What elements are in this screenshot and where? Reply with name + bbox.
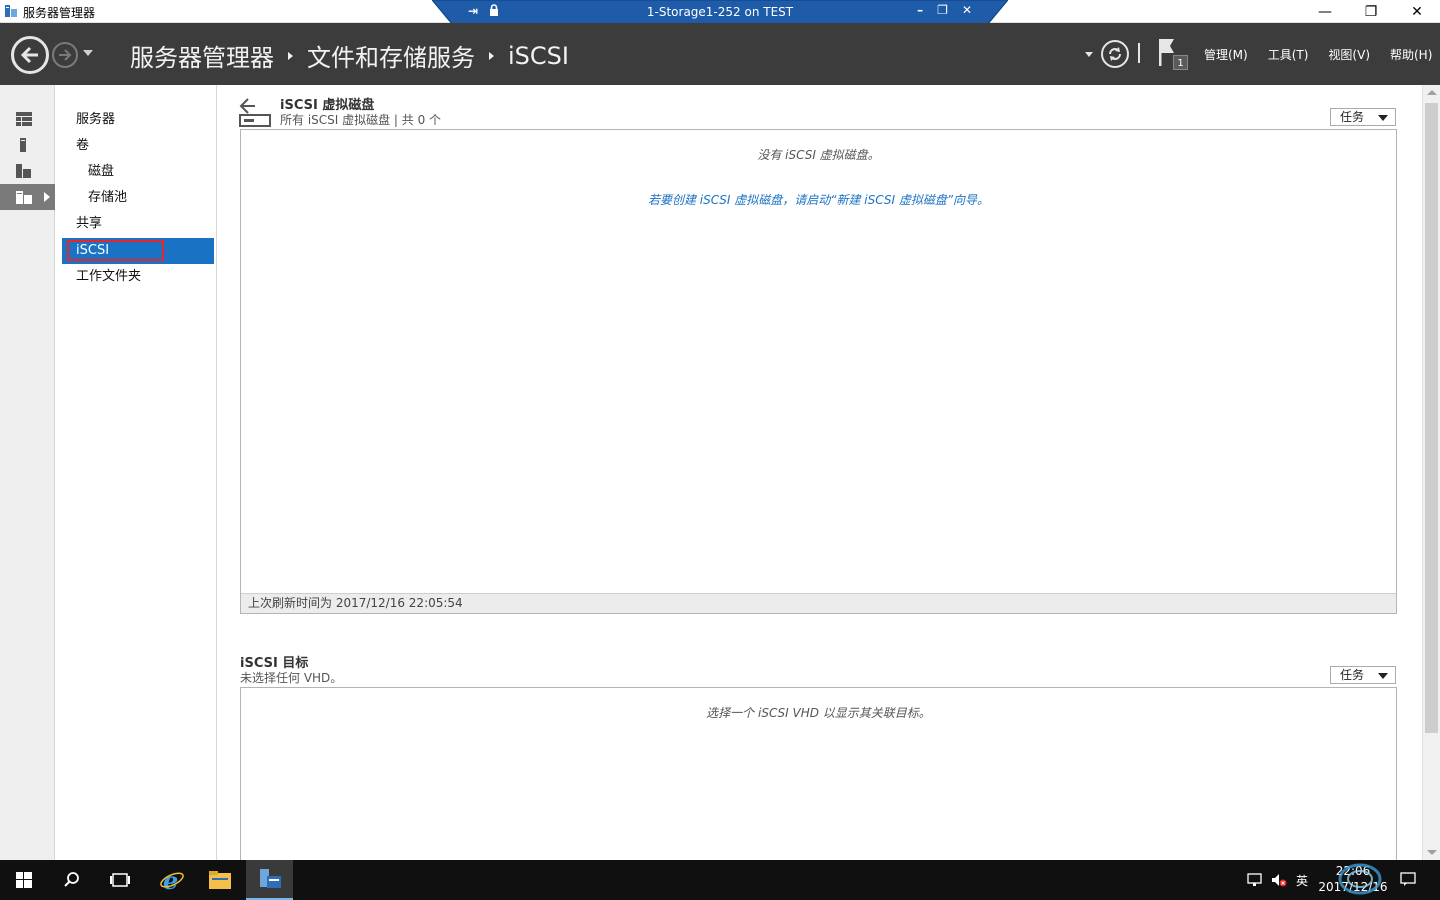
vdisk-tasks-label: 任务: [1340, 110, 1365, 124]
search-button[interactable]: [48, 860, 96, 900]
breadcrumb: 服务器管理器 文件和存储服务 iSCSI: [130, 38, 569, 73]
close-button[interactable]: ✕: [1394, 0, 1440, 23]
start-button[interactable]: [0, 860, 48, 900]
notification-count-badge: 1: [1173, 55, 1188, 70]
nav-work-folders[interactable]: 工作文件夹: [62, 264, 214, 290]
highlight-box: [67, 240, 164, 261]
target-tasks-button[interactable]: 任务: [1330, 666, 1396, 684]
target-tasks-label: 任务: [1340, 668, 1365, 682]
all-servers-nav-button[interactable]: [0, 158, 55, 184]
arrow-right-icon: [59, 49, 72, 61]
scroll-up-icon[interactable]: [1427, 90, 1437, 95]
header-bar: 服务器管理器 文件和存储服务 iSCSI 1 管理(M) 工具(T) 视图(V)…: [0, 23, 1440, 85]
input-method-indicator[interactable]: 英: [1296, 872, 1308, 889]
refresh-icon: [1109, 47, 1121, 61]
menu-tools[interactable]: 工具(T): [1268, 46, 1309, 63]
menu-help[interactable]: 帮助(H): [1390, 46, 1432, 63]
internet-explorer-button[interactable]: e: [148, 860, 196, 900]
windows-logo-icon: [16, 872, 32, 888]
nav-iscsi[interactable]: iSCSI: [62, 238, 214, 264]
server-icon: [20, 138, 26, 152]
taskbar: e 英 22:06 2017/12/16: [0, 860, 1440, 900]
notifications-button[interactable]: 1: [1158, 37, 1190, 71]
svg-text:e: e: [163, 867, 178, 893]
server-manager-app-icon: [5, 5, 17, 17]
search-icon: [64, 872, 79, 887]
menu-manage[interactable]: 管理(M): [1204, 46, 1248, 63]
new-vdisk-wizard-link[interactable]: 若要创建 iSCSI 虚拟磁盘，请启动“新建 iSCSI 虚拟磁盘”向导。: [241, 191, 1396, 208]
vdisk-empty-message: 没有 iSCSI 虚拟磁盘。: [757, 148, 880, 162]
minimize-button[interactable]: —: [1302, 0, 1348, 23]
vdisk-section-subtitle: 所有 iSCSI 虚拟磁盘 | 共 0 个: [280, 113, 442, 127]
rdp-connection-bar: ⇥ 1-Storage1-252 on TEST – ❐ ✕: [432, 0, 1008, 25]
breadcrumb-file-storage[interactable]: 文件和存储服务: [307, 38, 475, 73]
target-section-subtitle: 未选择任何 VHD。: [240, 671, 343, 685]
server-manager-taskbar-button[interactable]: [246, 860, 293, 900]
forward-button[interactable]: [52, 42, 78, 68]
chevron-down-icon: [1378, 115, 1388, 121]
scrollbar-thumb[interactable]: [1425, 103, 1438, 733]
vdisk-list-panel: 没有 iSCSI 虚拟磁盘。 若要创建 iSCSI 虚拟磁盘，请启动“新建 iS…: [240, 129, 1397, 614]
nav-shares[interactable]: 共享: [62, 211, 214, 237]
vdisk-tasks-button[interactable]: 任务: [1330, 108, 1396, 126]
left-icon-bar: [0, 85, 55, 860]
watermark-logo: [1338, 863, 1382, 895]
file-storage-navigation: 服务器 卷 磁盘 存储池 共享 iSCSI 工作文件夹: [56, 85, 217, 860]
file-storage-icon: [16, 191, 32, 204]
nav-servers[interactable]: 服务器: [62, 107, 214, 133]
rdp-restore-button[interactable]: ❐: [937, 3, 948, 17]
header-divider: [1138, 43, 1140, 63]
main-scrollbar[interactable]: [1422, 85, 1440, 860]
task-view-icon: [110, 873, 130, 887]
arrow-left-icon: [20, 46, 38, 64]
local-server-nav-button[interactable]: [0, 132, 55, 158]
menu-view[interactable]: 视图(V): [1328, 46, 1370, 63]
servers-icon: [16, 164, 31, 178]
expand-arrow-icon: [44, 192, 50, 202]
nav-storage-pools[interactable]: 存储池: [62, 185, 214, 211]
history-dropdown-icon[interactable]: [83, 50, 93, 56]
vdisk-refresh-status: 上次刷新时间为 2017/12/16 22:05:54: [241, 593, 1396, 613]
main-content: iSCSI 虚拟磁盘 所有 iSCSI 虚拟磁盘 | 共 0 个 任务 没有 i…: [217, 85, 1422, 867]
window-title: 服务器管理器: [23, 6, 96, 20]
volume-muted-icon[interactable]: [1271, 873, 1287, 887]
breadcrumb-iscsi[interactable]: iSCSI: [508, 42, 569, 70]
breadcrumb-server-manager[interactable]: 服务器管理器: [130, 38, 274, 73]
network-icon[interactable]: [1247, 873, 1263, 887]
file-storage-nav-button[interactable]: [0, 184, 55, 210]
refresh-dropdown-icon[interactable]: [1085, 52, 1093, 57]
virtual-disk-icon: [239, 98, 271, 127]
nav-volumes[interactable]: 卷: [62, 133, 214, 159]
chevron-down-icon: [1378, 673, 1388, 679]
restore-button[interactable]: ❐: [1348, 0, 1394, 23]
target-list-panel: 选择一个 iSCSI VHD 以显示其关联目标。: [240, 687, 1397, 867]
task-view-button[interactable]: [96, 860, 144, 900]
target-empty-message: 选择一个 iSCSI VHD 以显示其关联目标。: [706, 706, 931, 720]
server-manager-icon: [259, 869, 281, 888]
rdp-minimize-button[interactable]: –: [917, 3, 923, 17]
file-explorer-button[interactable]: [196, 860, 244, 900]
back-button[interactable]: [11, 36, 49, 74]
nav-disks[interactable]: 磁盘: [62, 159, 214, 185]
refresh-button[interactable]: [1101, 40, 1129, 68]
folder-icon: [209, 871, 231, 889]
dashboard-nav-button[interactable]: [0, 106, 55, 132]
rdp-close-button[interactable]: ✕: [962, 3, 972, 17]
dashboard-icon: [16, 112, 32, 126]
breadcrumb-separator-icon: [288, 51, 293, 60]
breadcrumb-separator-icon: [489, 51, 494, 60]
internet-explorer-icon: e: [160, 867, 184, 893]
